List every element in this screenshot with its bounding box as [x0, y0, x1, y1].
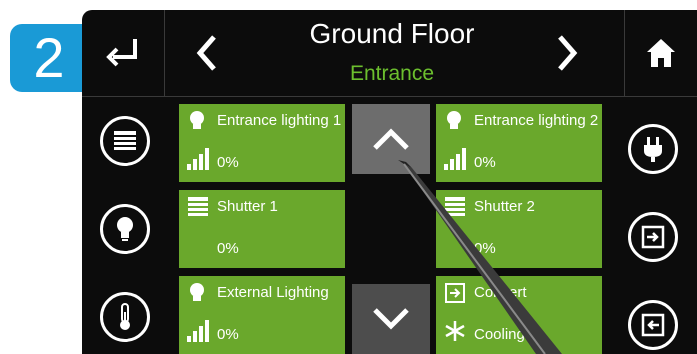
- tile-label: External Lighting: [217, 284, 329, 301]
- previous-room-button[interactable]: [182, 10, 232, 96]
- home-icon: [647, 39, 675, 67]
- scroll-down-button[interactable]: [352, 284, 430, 354]
- tile-value: Cooling: [474, 326, 525, 343]
- thermometer-icon: [120, 303, 130, 330]
- bulb-icon: [190, 111, 204, 129]
- chevron-up-icon: [373, 128, 409, 150]
- tile-value: 0%: [217, 240, 239, 257]
- header: Ground Floor Entrance: [82, 10, 697, 97]
- return-icon: [106, 39, 137, 67]
- back-button[interactable]: [82, 10, 165, 96]
- tile-value: 0%: [474, 154, 496, 171]
- bulb-icon: [117, 217, 133, 241]
- home-button[interactable]: [624, 10, 697, 96]
- shutter-icon: [445, 197, 465, 216]
- signal-bars-icon: [444, 148, 466, 170]
- tile-convert[interactable]: Convert Cooling: [436, 276, 602, 354]
- room-name: Entrance: [349, 62, 435, 85]
- exit-icon: [641, 313, 665, 337]
- tile-label: Entrance lighting 1: [217, 112, 342, 129]
- shutter-icon: [114, 131, 136, 150]
- scenes-out-button[interactable]: [628, 300, 678, 350]
- enter-icon: [445, 283, 465, 303]
- bulb-icon: [447, 111, 461, 129]
- sockets-category-button[interactable]: [628, 124, 678, 174]
- tile-label: Convert: [474, 284, 527, 301]
- tile-label: Entrance lighting 2: [474, 112, 599, 129]
- enter-icon: [641, 225, 665, 249]
- shutter-icon: [188, 197, 208, 216]
- scenes-in-button[interactable]: [628, 212, 678, 262]
- signal-bars-icon: [187, 320, 209, 342]
- plug-icon: [644, 137, 662, 162]
- lighting-category-button[interactable]: [100, 204, 150, 254]
- signal-bars-icon: [187, 148, 209, 170]
- tile-value: 0%: [217, 326, 239, 343]
- tile-value: 0%: [217, 154, 239, 171]
- tile-entrance-lighting-2[interactable]: Entrance lighting 2 0%: [436, 104, 602, 182]
- tile-shutter-2[interactable]: Shutter 2 0%: [436, 190, 602, 268]
- chevron-left-icon: [196, 35, 216, 71]
- page-title: Ground Floor: [309, 18, 475, 49]
- chevron-right-icon: [558, 35, 578, 71]
- tile-value: 0%: [474, 240, 496, 257]
- tile-label: Shutter 2: [474, 198, 535, 215]
- snowflake-icon: [445, 321, 465, 341]
- scroll-up-button[interactable]: [352, 104, 430, 174]
- bulb-icon: [190, 283, 204, 301]
- next-room-button[interactable]: [542, 10, 592, 96]
- shutters-category-button[interactable]: [100, 116, 150, 166]
- tile-external-lighting[interactable]: External Lighting 0%: [179, 276, 345, 354]
- tile-shutter-1[interactable]: Shutter 1 0%: [179, 190, 345, 268]
- tile-label: Shutter 1: [217, 198, 278, 215]
- step-badge: 2: [10, 24, 88, 92]
- tile-entrance-lighting-1[interactable]: Entrance lighting 1 0%: [179, 104, 345, 182]
- chevron-down-icon: [373, 308, 409, 330]
- device-panel: Ground Floor Entrance Entrance lighting …: [82, 10, 697, 354]
- climate-category-button[interactable]: [100, 292, 150, 342]
